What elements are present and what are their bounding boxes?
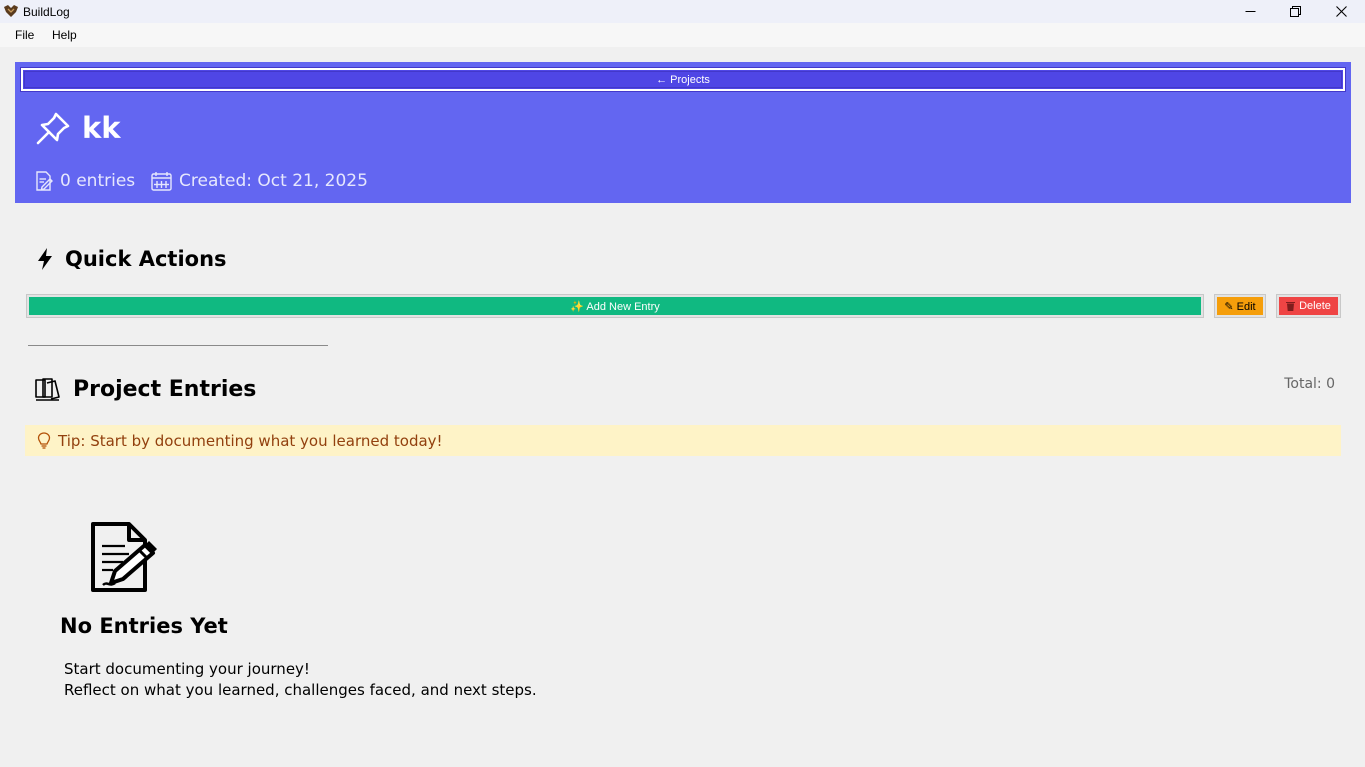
app-logo-icon: [4, 5, 18, 17]
minimize-icon: [1245, 11, 1255, 12]
entries-total: Total: 0: [1284, 376, 1335, 392]
created-date: Created: Oct 21, 2025: [151, 171, 368, 191]
menu-file[interactable]: File: [15, 28, 34, 42]
add-new-entry-button[interactable]: ✨ Add New Entry: [26, 294, 1204, 318]
section-divider: [28, 345, 328, 346]
close-icon: [1335, 6, 1347, 17]
project-entries-title: Project Entries: [73, 377, 257, 402]
restore-button[interactable]: [1272, 0, 1318, 23]
delete-label: Delete: [1299, 300, 1331, 312]
edit-project-button[interactable]: ✎ Edit: [1214, 294, 1266, 318]
lightning-bolt-icon: [38, 248, 52, 270]
empty-state-line-1: Start documenting your journey!: [64, 660, 310, 678]
restore-icon: [1289, 6, 1301, 17]
title-bar: BuildLog: [0, 0, 1365, 23]
document-pencil-icon: [91, 522, 157, 592]
entries-count: 0 entries: [35, 171, 135, 191]
entries-count-label: 0 entries: [60, 171, 136, 191]
close-button[interactable]: [1318, 0, 1364, 23]
memo-icon: [36, 171, 53, 191]
created-date-label: Created: Oct 21, 2025: [179, 171, 368, 191]
wastebasket-icon: [1286, 302, 1296, 311]
calendar-icon: [151, 172, 172, 191]
quick-actions-heading: Quick Actions: [37, 247, 227, 271]
tip-text: Tip: Start by documenting what you learn…: [58, 431, 443, 450]
empty-state-line-2: Reflect on what you learned, challenges …: [64, 681, 537, 699]
quick-actions-title: Quick Actions: [65, 247, 227, 271]
delete-project-button[interactable]: Delete: [1276, 294, 1341, 318]
project-entries-heading: Project Entries: [35, 377, 256, 402]
menu-bar: File Help: [0, 23, 1365, 47]
books-icon: [35, 378, 60, 401]
menu-help[interactable]: Help: [52, 28, 77, 42]
project-header: ← Projects kk 0 entries Created: Oct 21,…: [15, 62, 1351, 203]
tip-banner: Tip: Start by documenting what you learn…: [25, 425, 1341, 456]
project-title: kk: [82, 111, 121, 145]
pushpin-icon: [36, 112, 70, 145]
minimize-button[interactable]: [1227, 0, 1273, 23]
empty-state-description: Start documenting your journey! Reflect …: [64, 659, 537, 701]
window-title: BuildLog: [23, 5, 70, 19]
light-bulb-icon: [37, 432, 51, 449]
back-to-projects-button[interactable]: ← Projects: [20, 67, 1346, 92]
empty-state-title: No Entries Yet: [60, 614, 228, 638]
